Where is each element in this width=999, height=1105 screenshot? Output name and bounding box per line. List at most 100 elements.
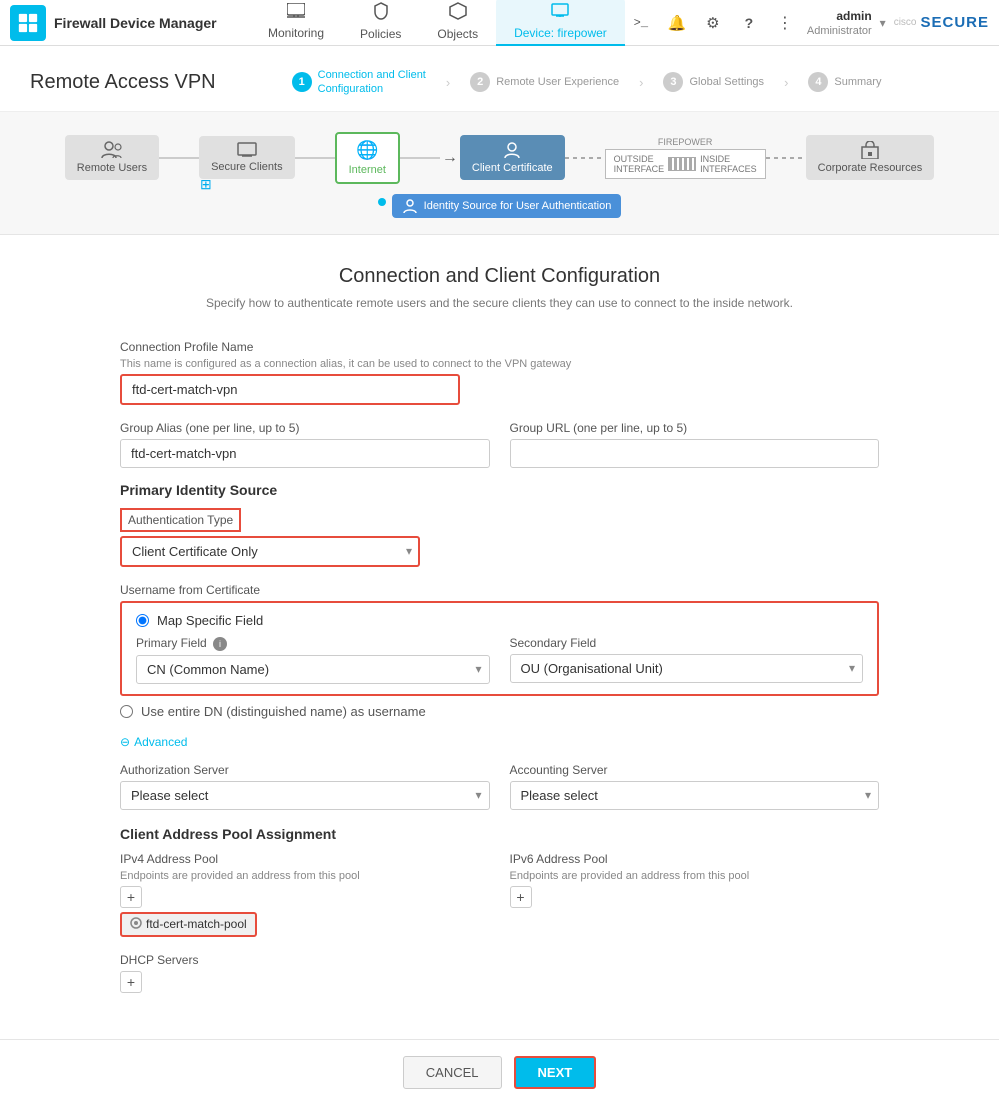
step-arrow-2: › xyxy=(639,75,643,90)
secondary-field-select[interactable]: OU (Organisational Unit) CN (Common Name… xyxy=(510,654,864,683)
page-footer: CANCEL NEXT xyxy=(0,1039,999,1105)
primary-field-select[interactable]: CN (Common Name) OU (Organisational Unit… xyxy=(136,655,490,684)
tab-objects[interactable]: Objects xyxy=(419,0,496,47)
use-dn-radio-item[interactable]: Use entire DN (distinguished name) as us… xyxy=(120,704,879,719)
map-specific-radio-label: Map Specific Field xyxy=(157,613,263,628)
cisco-branding: cisco SECURE xyxy=(894,14,989,31)
monitoring-icon xyxy=(287,3,305,24)
step-num-3: 3 xyxy=(663,72,683,92)
app-title: Firewall Device Manager xyxy=(54,15,217,31)
ipv4-pool-hint: Endpoints are provided an address from t… xyxy=(120,870,490,882)
field-row: Primary Field i CN (Common Name) OU (Org… xyxy=(136,636,863,684)
auth-server-select[interactable]: Please select xyxy=(120,781,490,810)
connector-5 xyxy=(766,157,806,159)
cancel-button[interactable]: CANCEL xyxy=(403,1056,502,1089)
advanced-link[interactable]: ⊖ Advanced xyxy=(120,735,879,749)
advanced-chevron-icon: ⊖ xyxy=(120,735,130,749)
ipv4-add-button[interactable]: + xyxy=(120,886,142,908)
map-specific-radio-item[interactable]: Map Specific Field xyxy=(136,613,863,628)
settings-icon: ⚙ xyxy=(706,14,719,32)
policies-icon xyxy=(373,2,389,25)
device-icon xyxy=(551,3,569,24)
more-button[interactable]: ⋮ xyxy=(771,9,799,37)
ipv6-pool-hint: Endpoints are provided an address from t… xyxy=(510,870,880,882)
group-alias-col: Group Alias (one per line, up to 5) xyxy=(120,421,490,468)
diagram-remote-users: Remote Users xyxy=(65,135,159,180)
connection-profile-input[interactable] xyxy=(120,374,460,405)
diagram-flow: Remote Users Secure Clients ⊞ 🌐 Internet… xyxy=(20,128,979,188)
ipv4-pool-tag-wrapper: ftd-cert-match-pool xyxy=(120,912,490,937)
arrow-icon: → xyxy=(442,149,458,167)
next-button[interactable]: NEXT xyxy=(514,1056,597,1089)
help-button[interactable]: ? xyxy=(735,9,763,37)
secondary-field-label: Secondary Field xyxy=(510,636,864,650)
secondary-field-select-wrapper: OU (Organisational Unit) CN (Common Name… xyxy=(510,654,864,683)
firepower-box: OUTSIDEINTERFACE INSIDEINTERFACES xyxy=(605,149,766,179)
accounting-server-col: Accounting Server Please select xyxy=(510,763,880,810)
group-url-input[interactable] xyxy=(510,439,880,468)
diagram-client-cert: Client Certificate xyxy=(460,135,565,180)
page-content: Remote Access VPN 1 Connection and Clien… xyxy=(0,46,999,1105)
internet-globe-icon: 🌐 xyxy=(356,140,378,161)
remote-users-label: Remote Users xyxy=(77,162,147,174)
group-url-col: Group URL (one per line, up to 5) xyxy=(510,421,880,468)
step-num-1: 1 xyxy=(292,72,312,92)
map-specific-radio[interactable] xyxy=(136,614,149,627)
connection-profile-group: Connection Profile Name This name is con… xyxy=(120,340,879,405)
diagram-secure-clients: Secure Clients xyxy=(199,136,295,179)
dropdown-arrow[interactable]: ▾ xyxy=(880,16,886,30)
top-navigation: Firewall Device Manager Monitoring Polic… xyxy=(0,0,999,46)
nav-tabs: Monitoring Policies Objects Device: fire… xyxy=(250,0,627,47)
step-label-2: Remote User Experience xyxy=(496,75,619,89)
objects-icon xyxy=(449,2,467,25)
secondary-field-col: Secondary Field OU (Organisational Unit)… xyxy=(510,636,864,684)
form-desc: Specify how to authenticate remote users… xyxy=(120,296,879,310)
step-label-1: Connection and ClientConfiguration xyxy=(318,68,426,97)
auth-type-select[interactable]: Client Certificate Only AAA Only AAA and… xyxy=(120,536,420,567)
windows-icon: ⊞ xyxy=(200,176,212,193)
notification-button[interactable]: 🔔 xyxy=(663,9,691,37)
ipv6-pool-col: IPv6 Address Pool Endpoints are provided… xyxy=(510,852,880,937)
internet-label: Internet xyxy=(349,164,386,176)
auth-type-select-wrapper: Client Certificate Only AAA Only AAA and… xyxy=(120,536,420,567)
server-row: Authorization Server Please select Accou… xyxy=(120,763,879,810)
connector-1 xyxy=(159,157,199,159)
dhcp-add-button[interactable]: + xyxy=(120,971,142,993)
step-num-4: 4 xyxy=(808,72,828,92)
client-cert-label: Client Certificate xyxy=(472,162,553,174)
wizard-step-2: 2 Remote User Experience xyxy=(454,68,635,96)
identity-row: Identity Source for User Authentication xyxy=(20,194,979,218)
ipv4-pool-col: IPv4 Address Pool Endpoints are provided… xyxy=(120,852,490,937)
tab-monitoring[interactable]: Monitoring xyxy=(250,0,342,46)
firepower-ports-icon xyxy=(668,157,696,171)
diagram-corporate: Corporate Resources xyxy=(806,135,935,180)
step-label-3: Global Settings xyxy=(689,76,764,88)
cisco-secure-text: SECURE xyxy=(920,14,989,31)
ipv6-pool-label: IPv6 Address Pool xyxy=(510,852,880,866)
client-address-pool-heading: Client Address Pool Assignment xyxy=(120,826,879,842)
group-row: Group Alias (one per line, up to 5) Grou… xyxy=(120,421,879,468)
group-alias-input[interactable] xyxy=(120,439,490,468)
nav-right: >_ 🔔 ⚙ ? ⋮ admin Administrator ▾ cisco S… xyxy=(627,9,989,37)
connector-2 xyxy=(295,157,335,159)
tab-device[interactable]: Device: firepower xyxy=(496,0,625,46)
page-header: Remote Access VPN 1 Connection and Clien… xyxy=(0,46,999,112)
pool-tag-icon xyxy=(130,917,142,932)
ipv4-pool-tag: ftd-cert-match-pool xyxy=(120,912,257,937)
tab-policies[interactable]: Policies xyxy=(342,0,419,47)
bell-icon: 🔔 xyxy=(668,14,687,32)
dhcp-servers-label: DHCP Servers xyxy=(120,953,879,967)
ipv4-pool-label: IPv4 Address Pool xyxy=(120,852,490,866)
use-dn-radio[interactable] xyxy=(120,705,133,718)
accounting-server-label: Accounting Server xyxy=(510,763,880,777)
firepower-container: FIREPOWER OUTSIDEINTERFACE INSIDEINTERFA… xyxy=(605,137,766,179)
terminal-button[interactable]: >_ xyxy=(627,9,655,37)
primary-identity-heading: Primary Identity Source xyxy=(120,482,879,498)
settings-button[interactable]: ⚙ xyxy=(699,9,727,37)
primary-field-info-icon[interactable]: i xyxy=(213,637,227,651)
accounting-server-select[interactable]: Please select xyxy=(510,781,880,810)
wizard-step-3: 3 Global Settings xyxy=(647,68,780,96)
form-title: Connection and Client Configuration xyxy=(120,265,879,288)
primary-identity-group: Primary Identity Source Authentication T… xyxy=(120,482,879,567)
ipv6-add-button[interactable]: + xyxy=(510,886,532,908)
